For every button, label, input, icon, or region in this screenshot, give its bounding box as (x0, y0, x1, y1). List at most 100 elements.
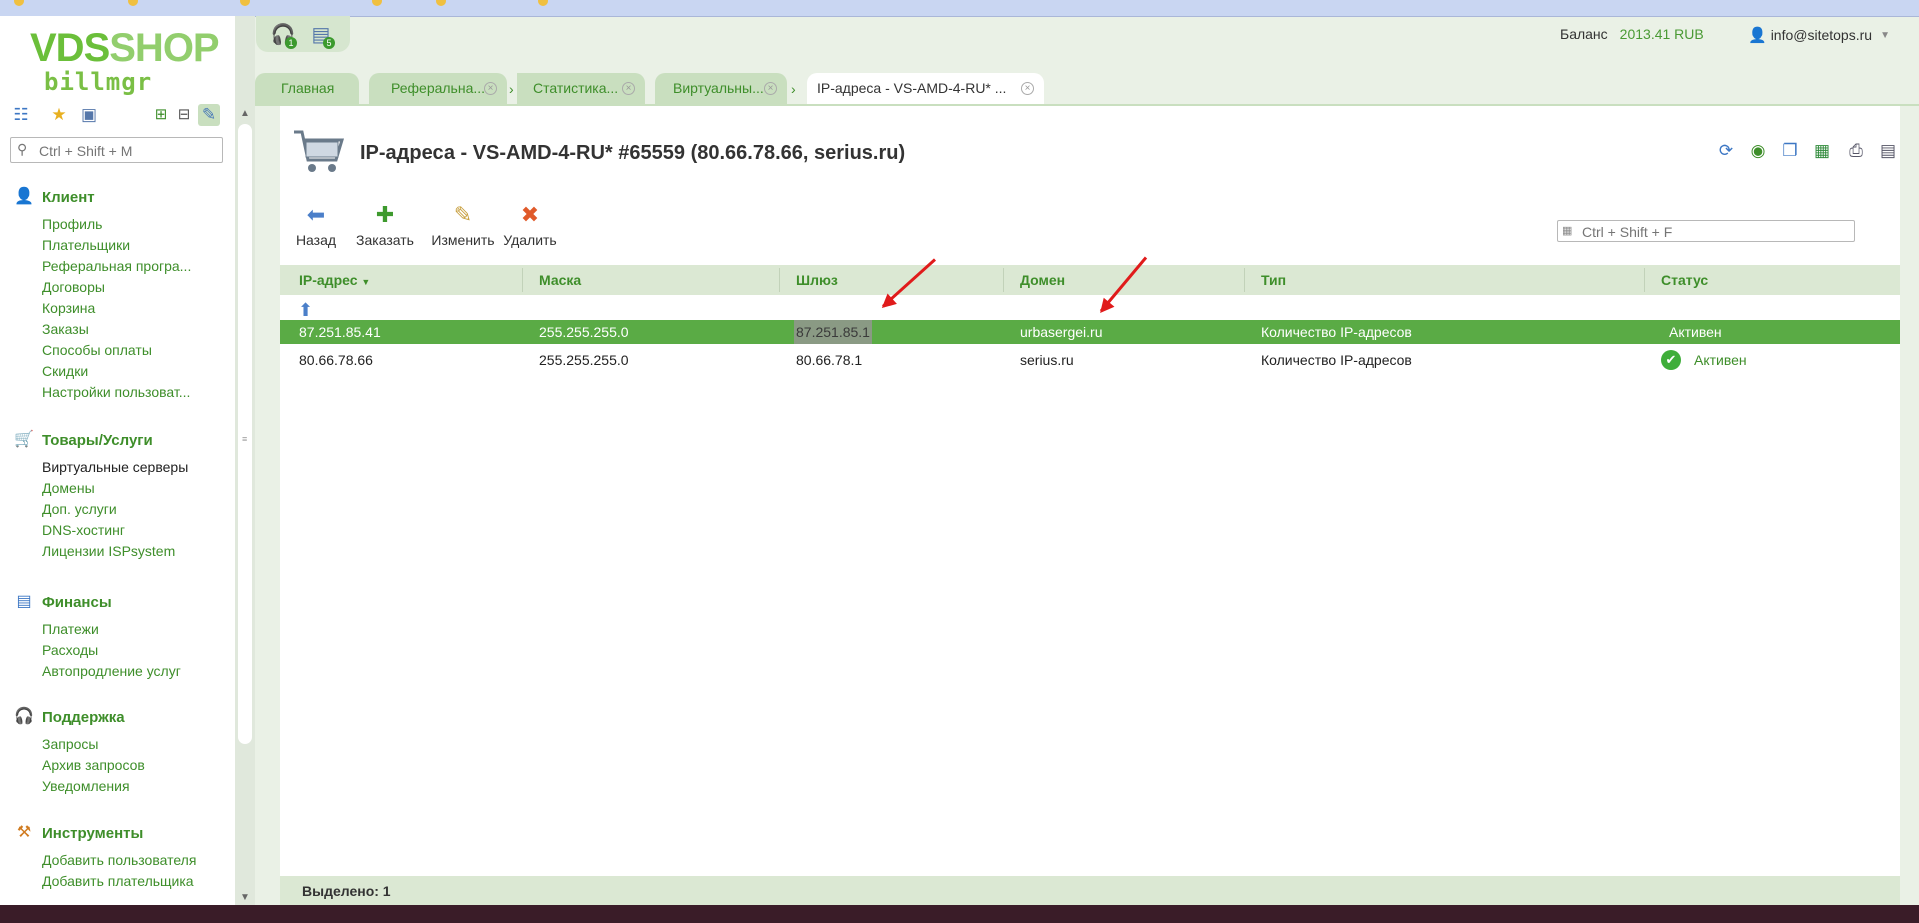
level-up-icon[interactable]: ⬆ (298, 300, 313, 321)
sidebar-item-contracts[interactable]: Договоры (42, 277, 191, 298)
sidebar-item-domains[interactable]: Домены (42, 478, 188, 499)
sidebar-item-extra-services[interactable]: Доп. услуги (42, 499, 188, 520)
favorites-star-icon[interactable]: ★ (48, 104, 70, 126)
cell-gateway: 80.66.78.1 (796, 352, 863, 368)
bookmark-icon[interactable] (436, 0, 446, 6)
tab-virtual-servers[interactable]: Виртуальны... × (655, 73, 787, 104)
column-header-status[interactable]: Статус (1661, 265, 1708, 295)
scroll-up-icon[interactable]: ▲ (240, 108, 250, 119)
tab-referral[interactable]: Реферальна... × (369, 73, 507, 104)
sidebar-item-payments[interactable]: Платежи (42, 619, 181, 640)
cell-mask: 255.255.255.0 (539, 352, 629, 368)
cell-ip: 80.66.78.66 (299, 352, 373, 368)
user-icon: 👤 (14, 188, 34, 205)
edit-button[interactable]: ✎ Изменить (426, 202, 500, 248)
table-filter[interactable]: ▦ (1557, 220, 1855, 242)
browser-top-strip (0, 0, 1919, 17)
collapse-all-icon[interactable]: ⊟ (173, 104, 195, 126)
column-header-mask[interactable]: Маска (539, 265, 581, 295)
sidebar-item-user-settings[interactable]: Настройки пользоват... (42, 382, 191, 403)
copy-icon[interactable]: ❐ (1779, 140, 1801, 162)
sidebar-splitter[interactable]: ▲ ≡ ▼ (235, 16, 255, 905)
pin-icon[interactable]: ✎ (198, 104, 220, 126)
close-icon[interactable]: × (764, 82, 777, 95)
sidebar-item-autorenew[interactable]: Автопродление услуг (42, 661, 181, 682)
nav-section-header[interactable]: 👤 Клиент (14, 186, 191, 208)
sidebar-item-tickets[interactable]: Запросы (42, 734, 145, 755)
sidebar-item-dns-hosting[interactable]: DNS-хостинг (42, 520, 188, 541)
refresh-icon[interactable]: ⟳ (1715, 140, 1737, 162)
headset-icon: 🎧 (14, 708, 34, 725)
column-divider[interactable] (1244, 268, 1245, 292)
column-divider[interactable] (1644, 268, 1645, 292)
sidebar-search[interactable]: ⚲ (10, 137, 223, 163)
close-icon[interactable]: × (484, 82, 497, 95)
tab-label: Статистика... (533, 80, 619, 96)
nav-section-header[interactable]: ⚒ Инструменты (14, 822, 196, 844)
print-icon[interactable]: ⎙ (1845, 140, 1867, 162)
expand-all-icon[interactable]: ⊞ (150, 104, 172, 126)
nav-section-client: 👤 Клиент Профиль Плательщики Реферальная … (14, 186, 191, 403)
quick-icons: 🎧 1 ▤ 5 (256, 16, 350, 52)
bookmark-icon[interactable] (538, 0, 548, 6)
close-icon[interactable]: × (1021, 82, 1034, 95)
sidebar-search-input[interactable] (37, 141, 221, 161)
delete-button[interactable]: ✖ Удалить (500, 202, 560, 248)
column-divider[interactable] (522, 268, 523, 292)
tree-view-icon[interactable]: ☷ (10, 104, 32, 126)
sidebar-item-expenses[interactable]: Расходы (42, 640, 181, 661)
nav-section-header[interactable]: 🛒 Товары/Услуги (14, 429, 188, 451)
column-divider[interactable] (779, 268, 780, 292)
resize-grip-icon[interactable]: ≡ (242, 434, 247, 444)
column-header-gateway[interactable]: Шлюз (796, 265, 838, 295)
back-button[interactable]: ⬅ Назад (290, 202, 342, 248)
tab-statistics[interactable]: Статистика... × (517, 73, 645, 104)
sidebar-item-add-payer[interactable]: Добавить плательщика (42, 871, 196, 892)
support-headset-icon[interactable]: 🎧 1 (270, 22, 297, 49)
sidebar-item-ispsystem-licenses[interactable]: Лицензии ISPsystem (42, 541, 188, 562)
user-menu[interactable]: 👤 info@sitetops.ru ▼ (1748, 26, 1890, 44)
sidebar-item-profile[interactable]: Профиль (42, 214, 191, 235)
balance-amount[interactable]: 2013.41 RUB (1620, 26, 1704, 42)
check-circle-icon: ✔ (1661, 350, 1681, 370)
sidebar-item-payment-methods[interactable]: Способы оплаты (42, 340, 191, 361)
order-button[interactable]: ✚ Заказать (350, 202, 420, 248)
column-header-domain[interactable]: Домен (1020, 265, 1065, 295)
nav-section-header[interactable]: ▤ Финансы (14, 591, 181, 613)
notices-icon[interactable]: ▤ 5 (308, 22, 335, 49)
column-header-ip[interactable]: IP-адрес ▼ (299, 265, 370, 295)
table-filter-input[interactable] (1580, 222, 1854, 242)
grid-icon: ▦ (1562, 225, 1573, 237)
sidebar-item-add-user[interactable]: Добавить пользователя (42, 850, 196, 871)
tab-ip-addresses[interactable]: IP-адреса - VS-AMD-4-RU* ... × (807, 73, 1044, 105)
sidebar-item-cart[interactable]: Корзина (42, 298, 191, 319)
column-divider[interactable] (1003, 268, 1004, 292)
delete-document-icon: ✖ (520, 202, 540, 227)
bookmark-icon[interactable] (372, 0, 382, 6)
cash-register-icon: ▤ (16, 593, 32, 610)
column-header-type[interactable]: Тип (1261, 265, 1286, 295)
sidebar-item-referral[interactable]: Реферальная програ... (42, 256, 191, 277)
table-settings-icon[interactable]: ▤ (1877, 140, 1899, 162)
bookmark-icon[interactable] (128, 0, 138, 6)
sidebar-item-tickets-archive[interactable]: Архив запросов (42, 755, 145, 776)
scroll-down-icon[interactable]: ▼ (240, 892, 250, 903)
briefcase-icon[interactable]: ▣ (78, 104, 100, 126)
globe-icon[interactable]: ◉ (1747, 140, 1769, 162)
sidebar-item-discounts[interactable]: Скидки (42, 361, 191, 382)
nav-section-title: Финансы (42, 593, 112, 611)
table-row[interactable]: 87.251.85.41 255.255.255.0 87.251.85.1 u… (280, 320, 1900, 344)
bookmark-icon[interactable] (240, 0, 250, 6)
sidebar-item-virtual-servers[interactable]: Виртуальные серверы (42, 457, 188, 478)
close-icon[interactable]: × (622, 82, 635, 95)
delete-button-label: Удалить (503, 232, 557, 248)
table-row[interactable]: 80.66.78.66 255.255.255.0 80.66.78.1 ser… (280, 348, 1900, 372)
bookmark-icon[interactable] (14, 0, 24, 6)
tab-home[interactable]: Главная (255, 73, 359, 104)
sidebar-item-notifications[interactable]: Уведомления (42, 776, 145, 797)
vdsshop-logo[interactable]: VDSSHOP billmgr (30, 26, 220, 96)
sidebar-item-orders[interactable]: Заказы (42, 319, 191, 340)
sidebar-item-payers[interactable]: Плательщики (42, 235, 191, 256)
export-excel-icon[interactable]: ▦ (1811, 140, 1833, 162)
nav-section-header[interactable]: 🎧 Поддержка (14, 706, 145, 728)
